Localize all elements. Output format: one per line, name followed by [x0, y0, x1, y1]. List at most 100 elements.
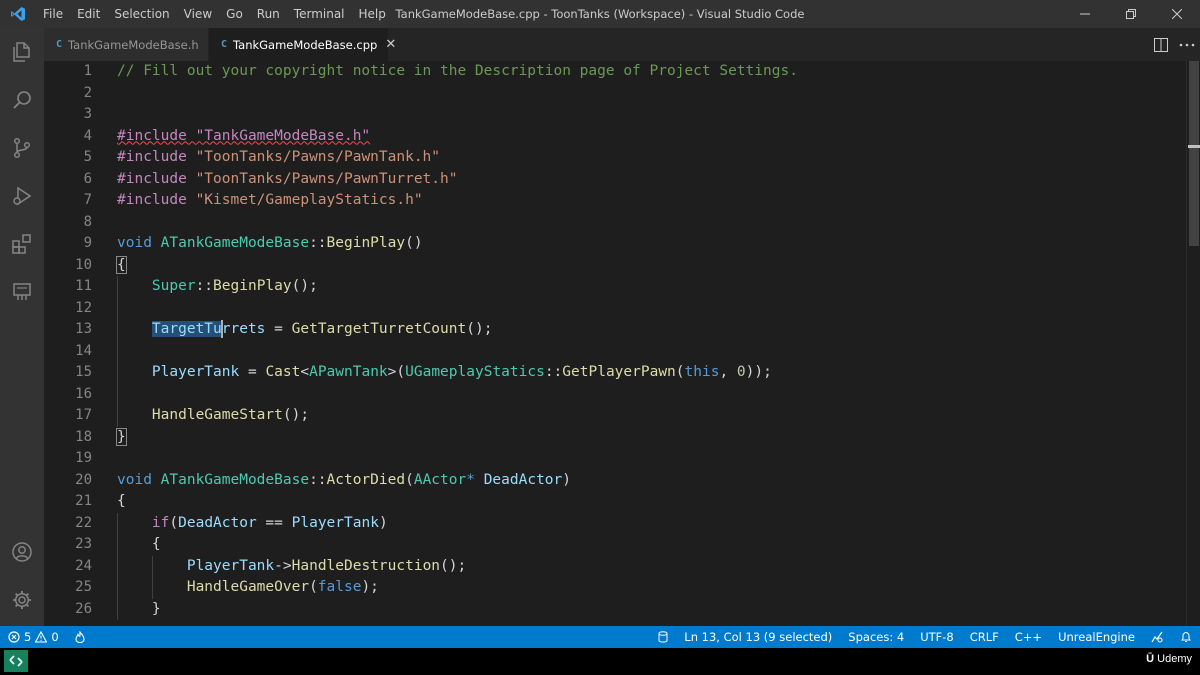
code-lines[interactable]: // Fill out your copyright notice in the… — [116, 61, 1180, 626]
menu-terminal[interactable]: Terminal — [287, 0, 352, 28]
code-line[interactable] — [117, 212, 1180, 234]
tab-tankgamemodebase-h[interactable]: C TankGameModeBase.h — [44, 28, 209, 61]
code-line[interactable]: { — [117, 491, 1180, 513]
code-token: (); — [291, 278, 318, 294]
menu-run[interactable]: Run — [250, 0, 287, 28]
encoding[interactable]: UTF-8 — [912, 626, 962, 648]
problems-indicator[interactable]: 5 0 — [0, 626, 67, 648]
code-line[interactable]: // Fill out your copyright notice in the… — [117, 61, 1180, 83]
code-token: BeginPlay — [326, 235, 406, 251]
code-line[interactable] — [117, 448, 1180, 470]
code-token: (); — [466, 321, 493, 337]
code-token: 0 — [736, 364, 746, 380]
split-editor-icon — [1154, 37, 1168, 52]
feedback-button[interactable] — [1143, 626, 1172, 648]
code-line[interactable]: void ATankGameModeBase::BeginPlay() — [117, 233, 1180, 255]
status-bar: 5 0 Ln 13, Col 13 (9 selected) Spaces: 4… — [0, 626, 1200, 648]
code-line[interactable]: HandleGameStart(); — [117, 405, 1180, 427]
indent-guide — [117, 534, 118, 556]
code-line[interactable]: #include "Kismet/GameplayStatics.h" — [117, 190, 1180, 212]
code-token: GetTargetTurretCount — [291, 321, 467, 337]
code-token: "ToonTanks/Pawns/PawnTurret.h" — [195, 170, 458, 187]
code-line[interactable]: Super::BeginPlay(); — [117, 276, 1180, 298]
account-icon[interactable] — [0, 528, 44, 576]
code-line[interactable]: { — [117, 534, 1180, 556]
title-bar: File Edit Selection View Go Run Terminal… — [0, 0, 1200, 28]
close-window-button[interactable] — [1154, 0, 1200, 28]
remote-explorer-icon[interactable] — [0, 268, 44, 316]
flame-button[interactable] — [67, 626, 93, 648]
scrollbar-thumb[interactable] — [1189, 61, 1199, 246]
menu-help[interactable]: Help — [352, 0, 393, 28]
code-line[interactable] — [117, 383, 1180, 405]
extensions-icon[interactable] — [0, 220, 44, 268]
line-number: 13 — [75, 321, 92, 337]
line-number: 18 — [75, 428, 92, 445]
indent-guide — [117, 362, 118, 384]
indentation[interactable]: Spaces: 4 — [840, 626, 912, 648]
menu-file[interactable]: File — [36, 0, 70, 28]
menu-selection[interactable]: Selection — [107, 0, 176, 28]
line-number: 15 — [75, 364, 92, 380]
code-line[interactable] — [117, 340, 1180, 362]
explorer-icon[interactable] — [0, 28, 44, 76]
line-number: 12 — [75, 299, 92, 316]
minimize-button[interactable] — [1062, 0, 1108, 28]
tab-tankgamemodebase-cpp[interactable]: C TankGameModeBase.cpp ✕ — [209, 28, 396, 61]
code-line[interactable]: TargetTurrets = GetTargetTurretCount(); — [117, 319, 1180, 341]
code-token: = — [239, 364, 266, 380]
code-line[interactable] — [117, 83, 1180, 105]
code-line[interactable]: #include "ToonTanks/Pawns/PawnTurret.h" — [117, 169, 1180, 191]
language-mode[interactable]: C++ — [1007, 626, 1050, 648]
source-control-icon[interactable] — [0, 124, 44, 172]
warning-icon — [35, 631, 48, 643]
search-icon[interactable] — [0, 76, 44, 124]
line-ending[interactable]: CRLF — [962, 626, 1007, 648]
error-count: 5 — [24, 630, 32, 644]
menu-edit[interactable]: Edit — [70, 0, 107, 28]
code-line[interactable]: #include "TankGameModeBase.h" — [117, 126, 1180, 148]
split-editor-button[interactable] — [1148, 28, 1174, 61]
menu-go[interactable]: Go — [219, 0, 250, 28]
vertical-scrollbar[interactable] — [1186, 61, 1200, 626]
code-token: (); — [282, 407, 310, 423]
udemy-brand: Ū Udemy — [1146, 653, 1192, 665]
code-editor[interactable]: 1 2 3 4 5 6 7 8 9 10 11 12 13 14 15 16 17 18 19 20 21 22 23 24 2… — [44, 61, 1200, 626]
more-actions-button[interactable] — [1174, 28, 1200, 61]
code-line[interactable] — [117, 104, 1180, 126]
code-line[interactable]: HandleGameOver(false); — [117, 577, 1180, 599]
close-tab-button[interactable]: ✕ — [385, 37, 396, 52]
configuration[interactable]: UnrealEngine — [1050, 626, 1143, 648]
restore-button[interactable] — [1108, 0, 1154, 28]
code-token: ) — [562, 471, 572, 488]
settings-gear-icon[interactable] — [0, 576, 44, 624]
code-line[interactable]: PlayerTank = Cast<APawnTank>(UGameplaySt… — [117, 362, 1180, 384]
code-line[interactable]: void ATankGameModeBase::ActorDied(AActor… — [117, 470, 1180, 492]
line-number: 11 — [75, 278, 92, 294]
code-token: (); — [440, 557, 467, 574]
remote-button[interactable] — [4, 650, 28, 672]
code-line[interactable]: if(DeadActor == PlayerTank) — [117, 512, 1180, 534]
notifications-button[interactable] — [1172, 626, 1200, 648]
code-token: ( — [405, 471, 414, 488]
code-token: { — [117, 536, 161, 552]
run-debug-icon[interactable] — [0, 172, 44, 220]
code-line[interactable]: #include "ToonTanks/Pawns/PawnTank.h" — [117, 147, 1180, 169]
code-line[interactable] — [117, 297, 1180, 319]
tab-label: TankGameModeBase.cpp — [233, 37, 378, 52]
code-line[interactable]: PlayerTank->HandleDestruction(); — [117, 555, 1180, 577]
code-line[interactable]: } — [117, 598, 1180, 620]
database-button[interactable] — [650, 626, 676, 648]
code-line[interactable]: } — [116, 427, 1180, 449]
cursor-position[interactable]: Ln 13, Col 13 (9 selected) — [676, 626, 840, 648]
code-line[interactable]: { — [116, 255, 1180, 277]
code-token: #include "TankGameModeBase.h" — [117, 127, 371, 144]
line-number: 23 — [75, 536, 92, 552]
menu-view[interactable]: View — [177, 0, 219, 28]
code-token: UGameplayStatics — [405, 364, 545, 380]
code-token: "ToonTanks/Pawns/PawnTank.h" — [195, 149, 441, 165]
